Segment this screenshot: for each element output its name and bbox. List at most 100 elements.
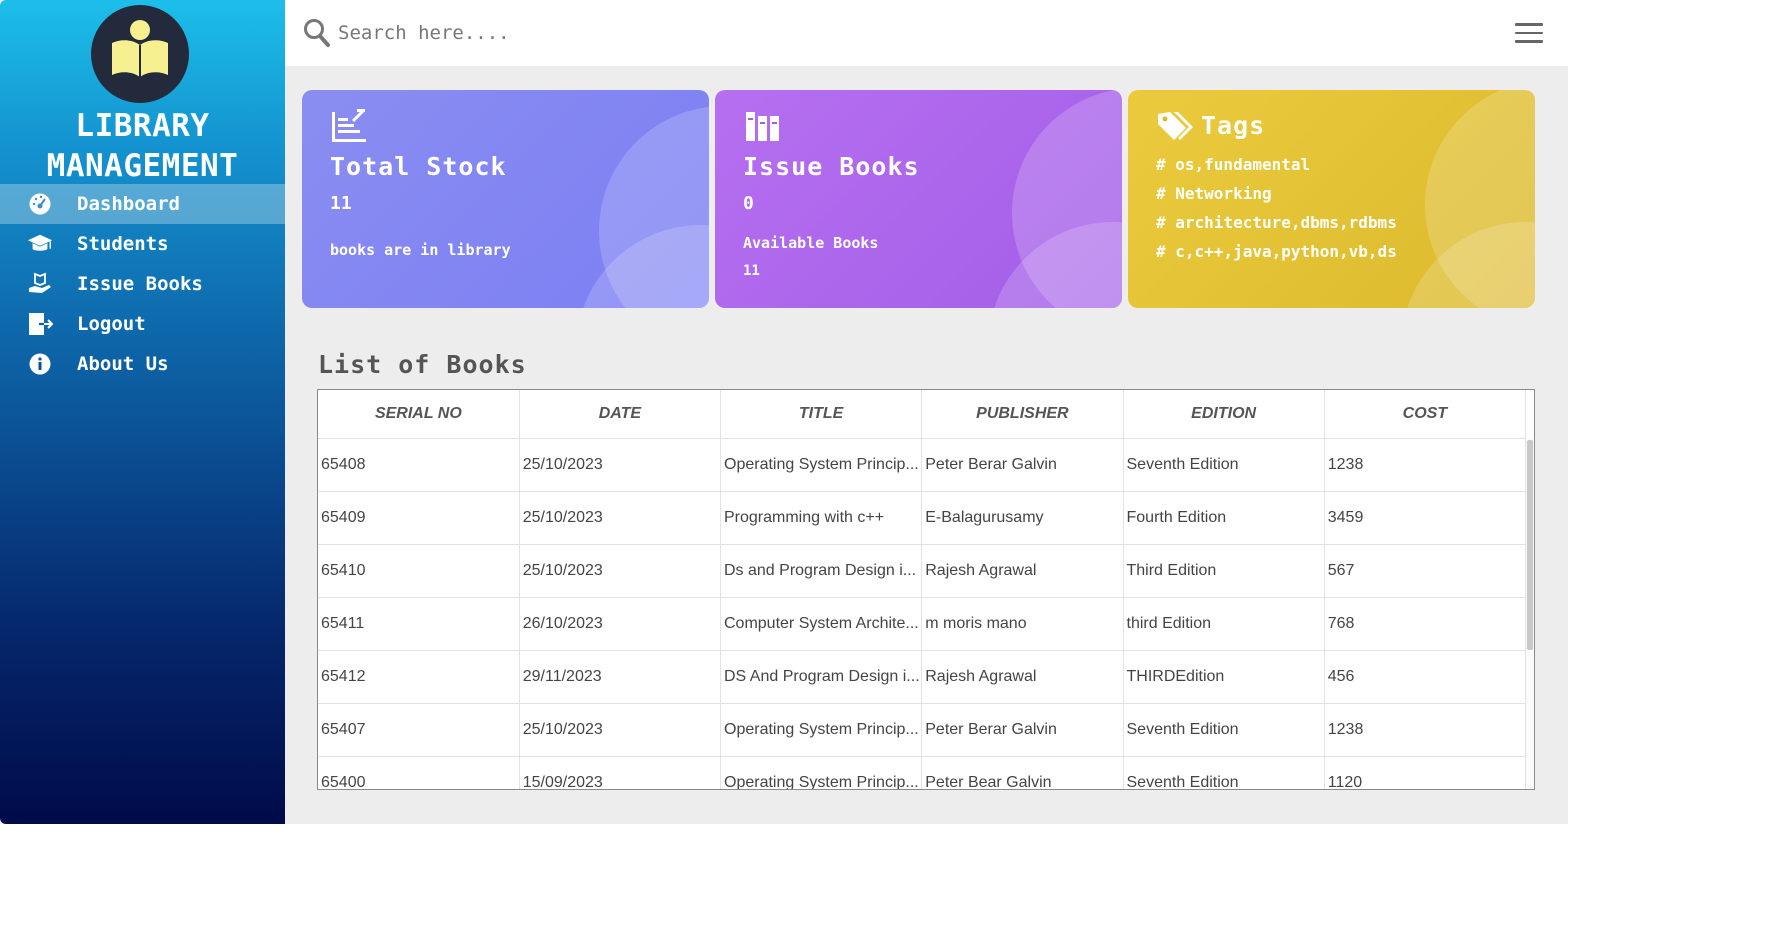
tag-line[interactable]: # architecture,dbms,rdbms <box>1156 213 1397 232</box>
cell-date: 29/11/2023 <box>519 650 722 704</box>
column-header-title[interactable]: TITLE <box>720 390 923 439</box>
cell-edition: THIRDEdition <box>1123 650 1325 704</box>
dashboard-gauge-icon <box>27 191 53 217</box>
total-stock-card[interactable]: Total Stock 11 books are in library <box>302 90 709 308</box>
cell-title: DS And Program Design i... <box>720 650 923 704</box>
cell-title: Programming with c++ <box>720 491 923 545</box>
sidebar-item-dashboard[interactable]: Dashboard <box>0 184 285 224</box>
cell-date: 26/10/2023 <box>519 597 722 651</box>
book-reader-icon <box>91 5 189 103</box>
cell-cost: 1238 <box>1324 703 1527 757</box>
table-header-row: SERIAL NO DATE TITLE PUBLISHER EDITION C… <box>318 390 1527 439</box>
cell-serial-no: 65412 <box>318 650 520 704</box>
tags-card-title: Tags <box>1201 111 1266 140</box>
cell-cost: 3459 <box>1324 491 1527 545</box>
sidebar: LIBRARY MANAGEMENT Dashboard Students Is… <box>0 0 285 824</box>
cell-title: Ds and Program Design i... <box>720 544 923 598</box>
sidebar-item-label: Dashboard <box>77 193 180 215</box>
search-input[interactable] <box>338 16 838 50</box>
cell-edition: Third Edition <box>1123 544 1325 598</box>
stock-list-icon <box>331 108 367 147</box>
cell-publisher: Peter Berar Galvin <box>921 703 1124 757</box>
logout-icon <box>27 311 53 337</box>
table-row[interactable]: 65409 25/10/2023 Programming with c++ E-… <box>318 491 1527 545</box>
tags-card[interactable]: Tags # os,fundamental # Networking # arc… <box>1128 90 1535 308</box>
column-header-edition[interactable]: EDITION <box>1123 390 1325 439</box>
app-window: LIBRARY MANAGEMENT Dashboard Students Is… <box>0 0 1568 824</box>
sidebar-item-issue-books[interactable]: Issue Books <box>0 264 285 304</box>
sidebar-item-about-us[interactable]: About Us <box>0 344 285 384</box>
cell-publisher: m moris mano <box>921 597 1124 651</box>
cell-title: Operating System Princip... <box>720 756 923 789</box>
cell-edition: third Edition <box>1123 597 1325 651</box>
cell-edition: Seventh Edition <box>1123 703 1325 757</box>
brand-line-2: MANAGEMENT <box>46 148 239 184</box>
cell-date: 25/10/2023 <box>519 491 722 545</box>
cell-edition: Fourth Edition <box>1123 491 1325 545</box>
stock-card-title: Total Stock <box>330 152 507 181</box>
column-header-cost[interactable]: COST <box>1324 390 1527 439</box>
column-header-serial-no[interactable]: SERIAL NO <box>318 390 520 439</box>
cell-serial-no: 65400 <box>318 756 520 789</box>
tag-line[interactable]: # Networking <box>1156 184 1272 203</box>
sidebar-item-logout[interactable]: Logout <box>0 304 285 344</box>
cell-title: Computer System Archite... <box>720 597 923 651</box>
column-header-date[interactable]: DATE <box>519 390 722 439</box>
hamburger-menu-icon[interactable] <box>1515 23 1543 43</box>
cell-cost: 1120 <box>1324 756 1527 789</box>
cell-edition: Seventh Edition <box>1123 438 1325 492</box>
cell-publisher: Rajesh Agrawal <box>921 544 1124 598</box>
sidebar-item-label: Students <box>77 233 169 255</box>
sidebar-item-students[interactable]: Students <box>0 224 285 264</box>
stock-subtitle: books are in library <box>330 241 511 259</box>
table-row[interactable]: 65400 15/09/2023 Operating System Princi… <box>318 756 1527 789</box>
books-icon <box>746 112 780 146</box>
sidebar-item-label: About Us <box>77 353 169 375</box>
table-row[interactable]: 65407 25/10/2023 Operating System Princi… <box>318 703 1527 757</box>
tag-line[interactable]: # os,fundamental <box>1156 155 1310 174</box>
cell-cost: 1238 <box>1324 438 1527 492</box>
cell-publisher: Peter Berar Galvin <box>921 438 1124 492</box>
hand-book-icon <box>27 271 53 297</box>
table-scrollbar-thumb[interactable] <box>1527 440 1533 650</box>
list-of-books-heading: List of Books <box>318 350 527 379</box>
cell-date: 25/10/2023 <box>519 544 722 598</box>
issue-count: 0 <box>743 193 754 214</box>
cell-publisher: Peter Bear Galvin <box>921 756 1124 789</box>
table-row[interactable]: 65408 25/10/2023 Operating System Princi… <box>318 438 1527 492</box>
cell-edition: Seventh Edition <box>1123 756 1325 789</box>
stock-count: 11 <box>330 193 352 214</box>
table-row[interactable]: 65411 26/10/2023 Computer System Archite… <box>318 597 1527 651</box>
search-icon[interactable] <box>303 18 331 52</box>
cell-cost: 768 <box>1324 597 1527 651</box>
available-books-count: 11 <box>743 263 760 279</box>
cell-publisher: E-Balagurusamy <box>921 491 1124 545</box>
cell-publisher: Rajesh Agrawal <box>921 650 1124 704</box>
cell-serial-no: 65410 <box>318 544 520 598</box>
table-row[interactable]: 65412 29/11/2023 DS And Program Design i… <box>318 650 1527 704</box>
info-icon <box>27 351 53 377</box>
cell-title: Operating System Princip... <box>720 703 923 757</box>
issue-card-title: Issue Books <box>743 152 920 181</box>
tags-icon <box>1156 110 1194 148</box>
cell-date: 15/09/2023 <box>519 756 722 789</box>
tag-line[interactable]: # c,c++,java,python,vb,ds <box>1156 242 1397 261</box>
sidebar-item-label: Issue Books <box>77 273 203 295</box>
cell-serial-no: 65407 <box>318 703 520 757</box>
cell-title: Operating System Princip... <box>720 438 923 492</box>
brand-title: LIBRARY MANAGEMENT <box>0 106 285 186</box>
sidebar-item-label: Logout <box>77 313 146 335</box>
cell-serial-no: 65408 <box>318 438 520 492</box>
cell-cost: 567 <box>1324 544 1527 598</box>
sidebar-nav: Dashboard Students Issue Books Logout Ab… <box>0 184 285 384</box>
graduation-cap-icon <box>27 231 53 257</box>
cell-date: 25/10/2023 <box>519 438 722 492</box>
table-row[interactable]: 65410 25/10/2023 Ds and Program Design i… <box>318 544 1527 598</box>
brand-line-1: LIBRARY <box>75 108 210 144</box>
cell-cost: 456 <box>1324 650 1527 704</box>
books-table-container[interactable]: SERIAL NO DATE TITLE PUBLISHER EDITION C… <box>317 389 1535 790</box>
issue-books-card[interactable]: Issue Books 0 Available Books 11 <box>715 90 1122 308</box>
column-header-publisher[interactable]: PUBLISHER <box>921 390 1124 439</box>
available-books-label: Available Books <box>743 234 879 252</box>
cell-serial-no: 65409 <box>318 491 520 545</box>
